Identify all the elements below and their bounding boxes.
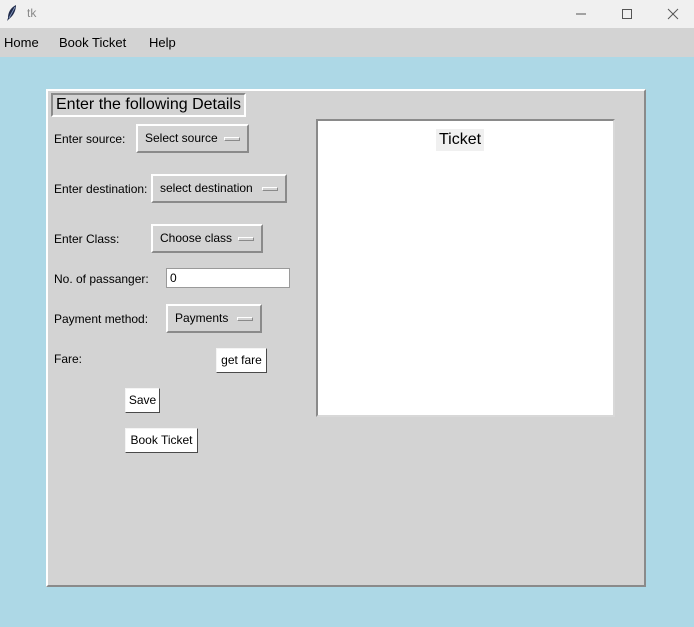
maximize-button[interactable]	[604, 0, 650, 28]
menu-help[interactable]: Help	[149, 35, 176, 50]
destination-label: Enter destination:	[54, 182, 148, 196]
maximize-icon	[622, 9, 632, 19]
menu-bar: Home Book Ticket Help	[0, 28, 694, 57]
payment-value: Payments	[175, 311, 229, 325]
source-label: Enter source:	[54, 132, 126, 146]
get-fare-button[interactable]: get fare	[216, 348, 267, 373]
passengers-input[interactable]	[166, 268, 290, 288]
details-heading: Enter the following Details	[51, 93, 246, 117]
dropdown-indicator-icon	[224, 137, 240, 141]
feather-icon	[7, 5, 16, 21]
ticket-panel	[316, 119, 615, 417]
payment-dropdown[interactable]: Payments	[166, 304, 262, 333]
save-button[interactable]: Save	[125, 388, 160, 413]
ticket-title: Ticket	[436, 129, 485, 151]
minimize-button[interactable]	[558, 0, 604, 28]
class-dropdown[interactable]: Choose class	[151, 224, 263, 253]
dropdown-indicator-icon	[238, 237, 254, 241]
source-value: Select source	[145, 131, 218, 145]
close-icon	[667, 8, 679, 20]
dropdown-indicator-icon	[237, 317, 253, 321]
book-ticket-button[interactable]: Book Ticket	[125, 428, 198, 453]
title-bar: tk	[0, 0, 694, 28]
minimize-icon	[576, 13, 586, 15]
payment-label: Payment method:	[54, 312, 149, 326]
source-dropdown[interactable]: Select source	[136, 124, 249, 153]
class-label: Enter Class:	[54, 232, 120, 246]
window-title: tk	[27, 6, 37, 20]
dropdown-indicator-icon	[262, 187, 278, 191]
menu-book-ticket[interactable]: Book Ticket	[59, 35, 126, 50]
fare-label: Fare:	[54, 352, 83, 366]
passengers-label: No. of passanger:	[54, 272, 149, 286]
destination-dropdown[interactable]: select destination	[151, 174, 287, 203]
menu-home[interactable]: Home	[4, 35, 39, 50]
class-value: Choose class	[160, 231, 233, 245]
destination-value: select destination	[160, 181, 253, 195]
close-button[interactable]	[650, 0, 694, 28]
